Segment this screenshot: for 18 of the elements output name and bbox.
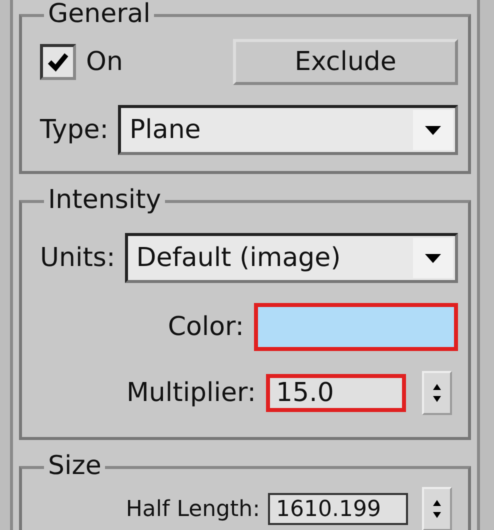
- number-field[interactable]: 15.0: [266, 374, 406, 412]
- checkbox-label: On: [86, 47, 123, 77]
- field-label: Multiplier:: [126, 378, 256, 408]
- field-label: Units:: [40, 243, 116, 273]
- dropdown[interactable]: Plane: [118, 105, 458, 155]
- exclude-button[interactable]: Exclude: [233, 39, 458, 85]
- number-field[interactable]: 1610.199: [268, 493, 408, 525]
- color-swatch[interactable]: [254, 303, 458, 351]
- group-title: Intensity: [44, 185, 166, 215]
- caret-icon: [423, 124, 443, 136]
- field-label: Color:: [168, 312, 244, 342]
- spinner-icon[interactable]: [422, 371, 452, 415]
- field-label: Type:: [40, 115, 108, 145]
- checkbox[interactable]: [40, 44, 76, 80]
- caret-icon: [423, 252, 443, 264]
- dropdown[interactable]: Default (image): [125, 233, 458, 283]
- spinner-icon[interactable]: [422, 487, 452, 530]
- field-label: Half Length:: [126, 496, 260, 522]
